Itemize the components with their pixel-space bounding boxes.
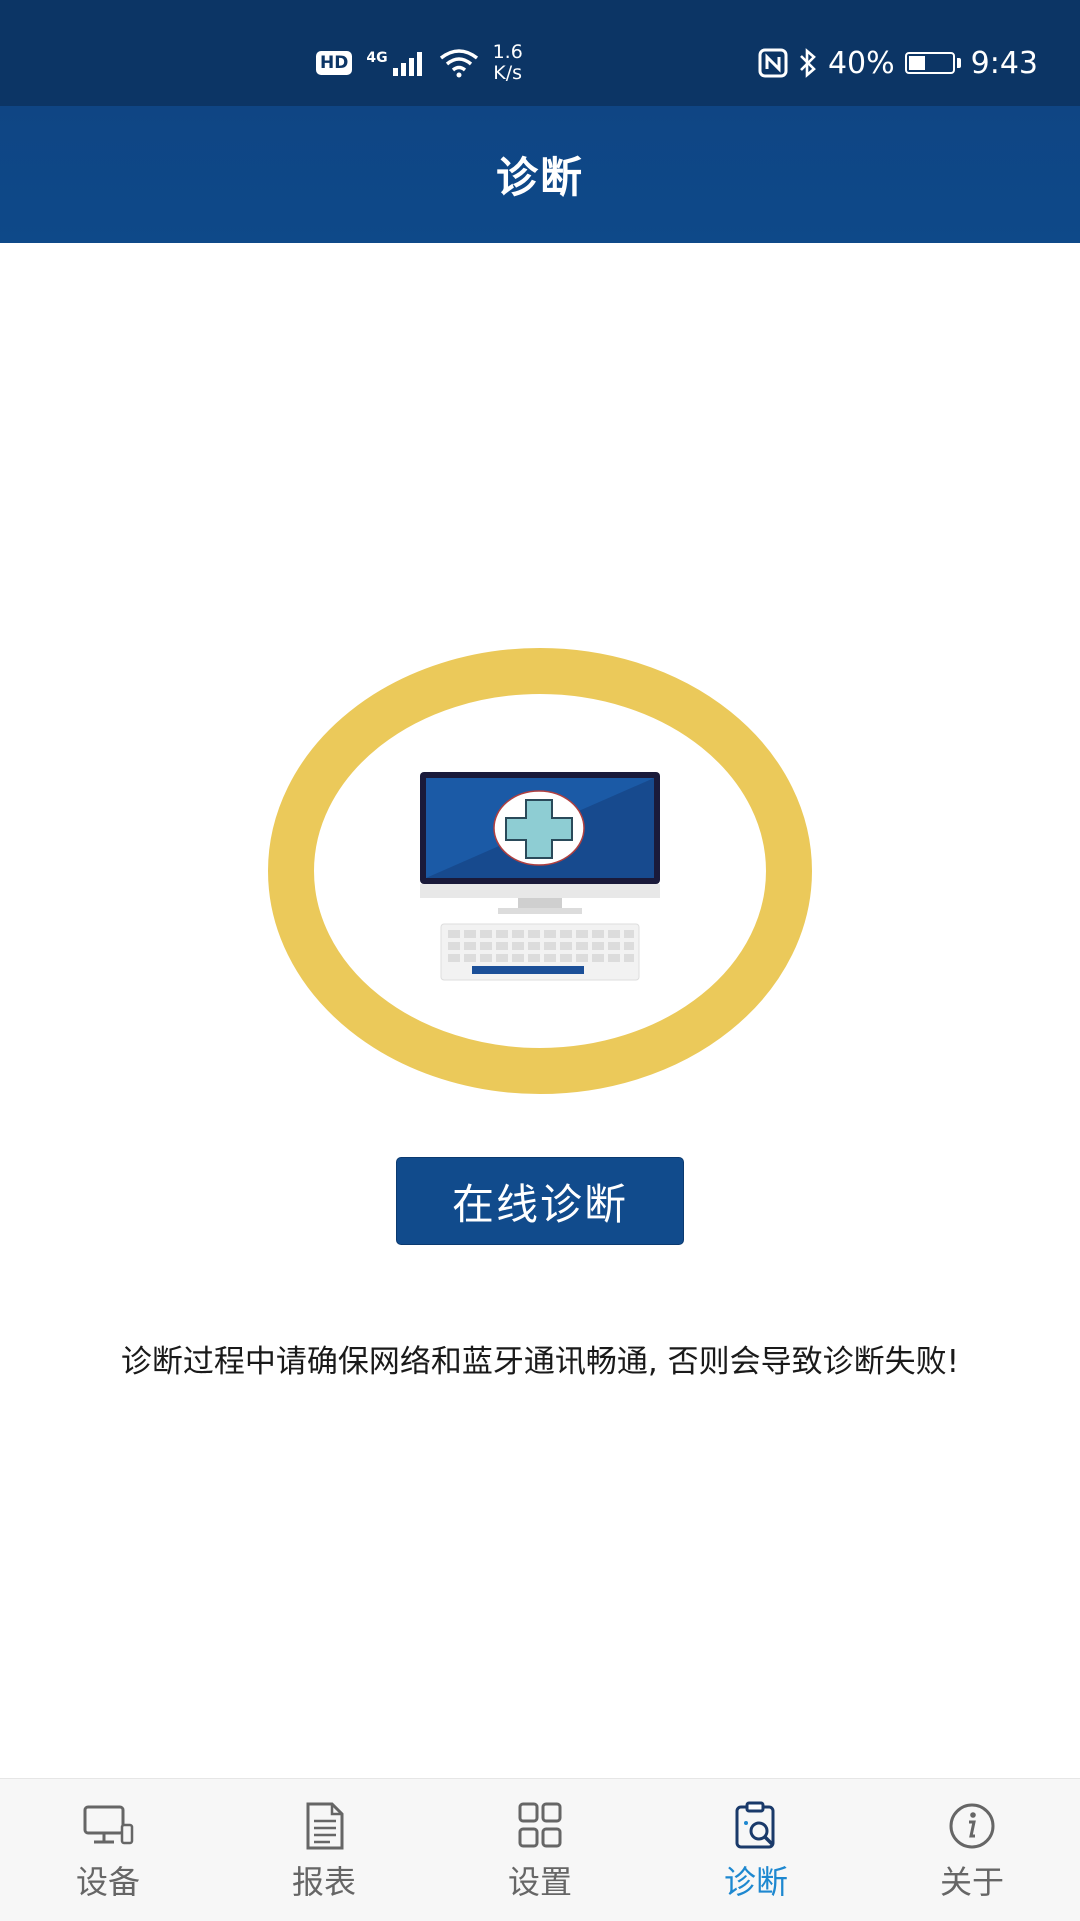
computer-diagnosis-icon	[268, 648, 812, 1094]
status-bar: HD 4G 1.6 K/s 40% 9:43	[0, 0, 1080, 106]
battery-icon	[904, 52, 961, 74]
battery-percent: 40%	[827, 45, 895, 81]
bottom-nav: 设备 报表 设置 诊断 关于	[0, 1778, 1080, 1921]
app-header: 诊断	[0, 106, 1080, 243]
tab-about[interactable]: 关于	[864, 1779, 1080, 1921]
network-speed: 1.6 K/s	[493, 42, 523, 84]
status-left-indicators: HD 4G 1.6 K/s	[316, 38, 523, 88]
speed-value: 1.6	[492, 41, 523, 63]
tab-label-report: 报表	[291, 1863, 356, 1901]
wifi-icon	[439, 49, 478, 78]
page-title: 诊断	[495, 153, 584, 202]
tab-report[interactable]: 报表	[216, 1779, 432, 1921]
hd-badge: HD	[316, 51, 353, 75]
tab-label-about: 关于	[939, 1863, 1004, 1901]
diagnosis-icon	[735, 1801, 775, 1849]
online-diagnosis-button[interactable]: 在线诊断	[396, 1157, 684, 1245]
status-right-indicators: 40% 9:43	[758, 38, 1038, 88]
tab-label-diagnosis: 诊断	[723, 1863, 788, 1901]
tab-settings[interactable]: 设置	[432, 1779, 648, 1921]
diagnosis-notice: 诊断过程中请确保网络和蓝牙通讯畅通, 否则会导致诊断失败!	[120, 1344, 960, 1380]
report-icon	[306, 1802, 344, 1850]
speed-unit: K/s	[493, 62, 523, 84]
clock: 9:43	[970, 45, 1038, 81]
tab-label-device: 设备	[75, 1863, 140, 1901]
tab-device[interactable]: 设备	[0, 1779, 216, 1921]
tab-label-settings: 设置	[507, 1863, 572, 1901]
nfc-icon	[758, 48, 788, 78]
grid-icon	[518, 1802, 562, 1848]
bluetooth-icon	[800, 48, 816, 78]
signal-icon: 4G	[366, 50, 424, 76]
network-type: 4G	[366, 50, 388, 66]
battery-fill	[908, 56, 926, 70]
device-icon	[83, 1805, 134, 1845]
info-icon	[949, 1803, 995, 1849]
tab-diagnosis[interactable]: 诊断	[648, 1779, 864, 1921]
